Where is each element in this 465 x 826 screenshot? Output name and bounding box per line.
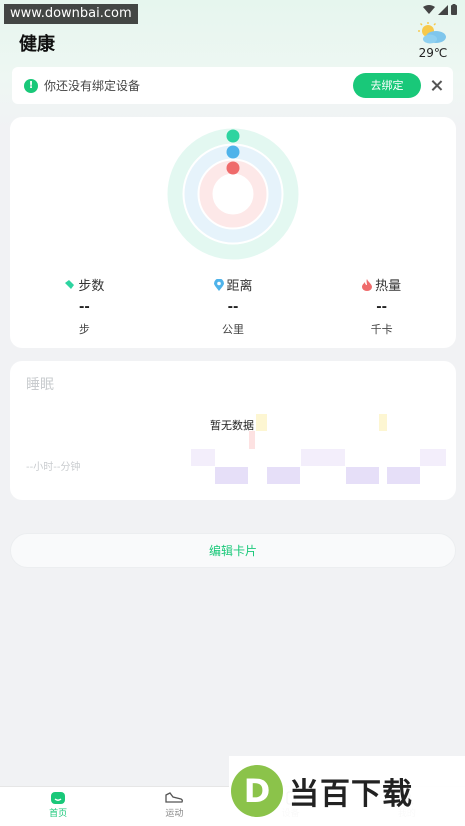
cellular-icon bbox=[438, 4, 448, 15]
calories-unit: 千卡 bbox=[370, 323, 393, 336]
wifi-icon bbox=[423, 4, 435, 14]
sneaker-icon bbox=[165, 792, 184, 803]
banner-message: 你还没有绑定设备 bbox=[44, 79, 141, 93]
activity-rings bbox=[167, 128, 299, 260]
calories-label: 热量 bbox=[375, 279, 402, 294]
sleep-minutes-unit: 分钟 bbox=[60, 462, 81, 473]
steps-unit: 步 bbox=[78, 323, 90, 336]
tab-home-label: 首页 bbox=[49, 809, 68, 819]
sleep-bar bbox=[301, 449, 345, 466]
sleep-bar bbox=[420, 449, 446, 466]
sleep-bar bbox=[249, 431, 255, 449]
distance-unit: 公里 bbox=[222, 323, 244, 336]
flame-icon bbox=[362, 278, 373, 291]
sleep-bar bbox=[267, 467, 300, 484]
page-title: 健康 bbox=[19, 34, 55, 55]
calories-stat: 热量 -- 千卡 bbox=[307, 275, 456, 337]
steps-label: 步数 bbox=[78, 279, 105, 294]
location-pin-icon bbox=[213, 278, 224, 291]
sleep-hours-unit: 小时 bbox=[33, 462, 54, 473]
logo-mark: D bbox=[231, 765, 283, 817]
weather-widget[interactable]: 29℃ bbox=[415, 22, 451, 60]
home-icon bbox=[51, 792, 66, 804]
steps-stat: 步数 -- 步 bbox=[10, 275, 159, 337]
sleep-bar bbox=[256, 414, 267, 431]
site-logo-watermark: D 当百下载 bbox=[229, 756, 465, 826]
device-bind-banner: ! 你还没有绑定设备 去绑定 bbox=[12, 67, 453, 104]
calories-ring-dot bbox=[226, 161, 240, 175]
sleep-bar bbox=[387, 467, 420, 484]
logo-text: 当百下载 bbox=[289, 777, 413, 812]
bind-device-button[interactable]: 去绑定 bbox=[353, 73, 421, 98]
sleep-bar bbox=[215, 467, 248, 484]
sleep-no-data: 暂无数据 bbox=[210, 419, 254, 432]
edit-cards-button[interactable]: 编辑卡片 bbox=[10, 533, 456, 568]
status-bar bbox=[423, 4, 457, 15]
tab-sport[interactable]: 运动 bbox=[116, 787, 232, 826]
sleep-title: 睡眠 bbox=[26, 377, 54, 393]
sleep-duration: --小时--分钟 bbox=[26, 458, 80, 473]
distance-ring-dot bbox=[226, 145, 240, 159]
activity-stats: 步数 -- 步 距离 -- 公里 热量 -- 千卡 bbox=[10, 275, 456, 337]
tab-home[interactable]: 首页 bbox=[0, 787, 116, 826]
distance-stat: 距离 -- 公里 bbox=[159, 275, 308, 337]
close-icon[interactable] bbox=[431, 80, 443, 92]
steps-ring-dot bbox=[226, 129, 240, 143]
sleep-card[interactable]: 睡眠 暂无数据 --小时--分钟 bbox=[10, 361, 456, 500]
sleep-bar bbox=[191, 449, 215, 466]
shoe-icon bbox=[65, 280, 75, 289]
sleep-bar bbox=[346, 467, 379, 484]
sleep-bar bbox=[379, 414, 387, 431]
battery-icon bbox=[451, 4, 457, 15]
site-watermark: www.downbai.com bbox=[4, 4, 138, 24]
alert-icon: ! bbox=[24, 78, 38, 93]
tab-sport-label: 运动 bbox=[165, 809, 184, 819]
partly-cloudy-icon bbox=[418, 22, 446, 44]
distance-value: -- bbox=[227, 300, 239, 315]
weather-temperature: 29℃ bbox=[418, 46, 448, 60]
activity-card[interactable]: 步数 -- 步 距离 -- 公里 热量 -- 千卡 bbox=[10, 117, 456, 348]
distance-label: 距离 bbox=[226, 279, 253, 294]
steps-value: -- bbox=[78, 300, 90, 315]
calories-value: -- bbox=[376, 300, 388, 315]
